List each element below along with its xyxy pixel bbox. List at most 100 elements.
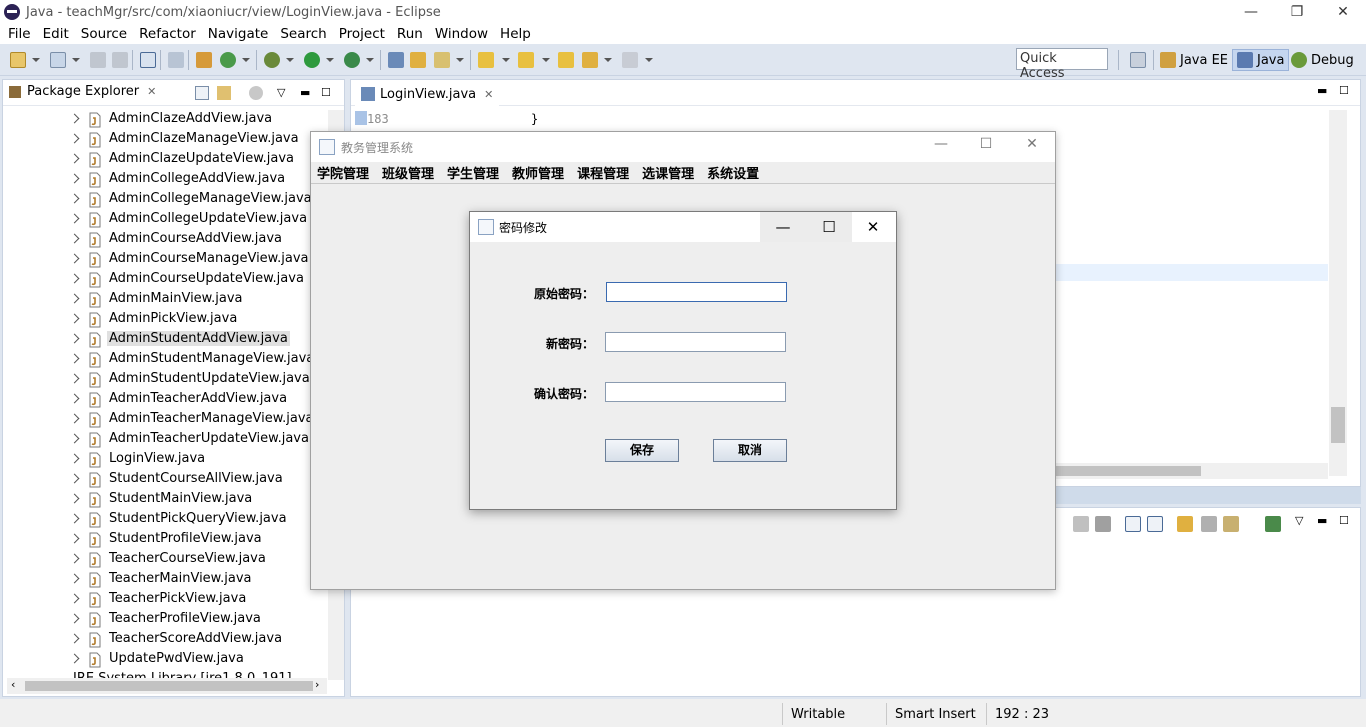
minimize-button[interactable]: —	[926, 136, 956, 158]
menu-course-selection[interactable]: 选课管理	[642, 163, 700, 182]
tree-item[interactable]: AdminClazeAddView.java	[3, 110, 328, 130]
pin-icon[interactable]	[1223, 516, 1239, 532]
original-password-field[interactable]	[606, 282, 787, 302]
expand-chevron-icon[interactable]	[69, 213, 80, 224]
expand-chevron-icon[interactable]	[69, 393, 80, 404]
editor-vertical-scrollbar[interactable]	[1329, 110, 1347, 476]
remove-all-icon[interactable]	[1095, 516, 1111, 532]
close-button[interactable]: ✕	[850, 212, 896, 242]
minimize-view-icon[interactable]: ▬	[300, 86, 314, 100]
expand-chevron-icon[interactable]	[69, 133, 80, 144]
menu-project[interactable]: Project	[333, 26, 391, 42]
maximize-view-icon[interactable]: ☐	[1339, 514, 1349, 527]
expand-chevron-icon[interactable]	[69, 353, 80, 364]
new-password-field[interactable]	[605, 332, 786, 352]
menu-help[interactable]: Help	[494, 26, 537, 42]
back-icon[interactable]	[582, 52, 598, 68]
view-menu-icon[interactable]: ▽	[277, 86, 291, 100]
tree-item[interactable]: AdminTeacherManageView.java	[3, 410, 328, 430]
save-icon[interactable]	[90, 52, 106, 68]
expand-chevron-icon[interactable]	[69, 253, 80, 264]
tree-item[interactable]: AdminClazeUpdateView.java	[3, 150, 328, 170]
minimize-button[interactable]: —	[760, 212, 806, 242]
menu-settings[interactable]: 系统设置	[707, 163, 765, 182]
tree-item[interactable]: StudentCourseAllView.java	[3, 470, 328, 490]
minimize-view-icon[interactable]: ▬	[1317, 514, 1327, 527]
tree-item[interactable]: AdminMainView.java	[3, 290, 328, 310]
expand-chevron-icon[interactable]	[69, 233, 80, 244]
tree-item[interactable]: StudentMainView.java	[3, 490, 328, 510]
run-dropdown-icon[interactable]	[326, 58, 334, 62]
expand-chevron-icon[interactable]	[69, 153, 80, 164]
view-menu-icon[interactable]: ▽	[1295, 514, 1303, 527]
editor-horizontal-scrollbar[interactable]	[1056, 463, 1328, 479]
scrollbar-thumb[interactable]	[1331, 407, 1345, 443]
expand-chevron-icon[interactable]	[69, 113, 80, 124]
maximize-button[interactable]: ☐	[971, 136, 1001, 158]
back-dropdown-icon[interactable]	[604, 58, 612, 62]
tree-item[interactable]: LoginView.java	[3, 450, 328, 470]
perspective-java-ee[interactable]: Java EE	[1160, 49, 1228, 71]
previous-annotation-icon[interactable]	[518, 52, 534, 68]
package-explorer-tab[interactable]: Package Explorer ✕	[9, 84, 156, 99]
next-annotation-icon[interactable]	[478, 52, 494, 68]
pen-dropdown-icon[interactable]	[456, 58, 464, 62]
cancel-button[interactable]: 取消	[713, 439, 787, 462]
quick-access-input[interactable]: Quick Access	[1016, 48, 1108, 81]
debug-dropdown-icon[interactable]	[286, 58, 294, 62]
perspective-java[interactable]: Java	[1232, 49, 1290, 71]
menu-teacher[interactable]: 教师管理	[512, 163, 570, 182]
open-folder-icon[interactable]	[410, 52, 426, 68]
expand-chevron-icon[interactable]	[69, 593, 80, 604]
tree-item[interactable]: AdminCourseManageView.java	[3, 250, 328, 270]
maximize-view-icon[interactable]: ☐	[1339, 84, 1349, 97]
menu-run[interactable]: Run	[391, 26, 429, 42]
expand-chevron-icon[interactable]	[69, 313, 80, 324]
expand-chevron-icon[interactable]	[69, 453, 80, 464]
previous-annotation-dropdown-icon[interactable]	[542, 58, 550, 62]
expand-chevron-icon[interactable]	[69, 573, 80, 584]
save-button[interactable]: 保存	[605, 439, 679, 462]
code-line[interactable]: }	[531, 112, 538, 126]
expand-chevron-icon[interactable]	[69, 493, 80, 504]
expand-all-icon[interactable]	[1125, 516, 1141, 532]
tree-item[interactable]: UpdatePwdView.java	[3, 650, 328, 670]
expand-chevron-icon[interactable]	[69, 473, 80, 484]
expand-chevron-icon[interactable]	[69, 433, 80, 444]
pen-icon[interactable]	[434, 52, 450, 68]
forward-icon[interactable]	[622, 52, 638, 68]
collapse-all-icon[interactable]	[195, 86, 209, 100]
refresh-dropdown-icon[interactable]	[242, 58, 250, 62]
new-dropdown-icon[interactable]	[32, 58, 40, 62]
build-icon[interactable]	[196, 52, 212, 68]
tree-item[interactable]: AdminStudentAddView.java	[3, 330, 328, 350]
menu-source[interactable]: Source	[75, 26, 133, 42]
sash-bar[interactable]	[1055, 487, 1361, 504]
run-icon[interactable]	[304, 52, 320, 68]
tree-item[interactable]: AdminTeacherAddView.java	[3, 390, 328, 410]
expand-chevron-icon[interactable]	[69, 173, 80, 184]
scroll-right-icon[interactable]: ›	[315, 678, 319, 691]
tree-item[interactable]: AdminPickView.java	[3, 310, 328, 330]
collapse-icon[interactable]	[1147, 516, 1163, 532]
next-annotation-dropdown-icon[interactable]	[502, 58, 510, 62]
expand-chevron-icon[interactable]	[69, 553, 80, 564]
link-icon[interactable]	[1177, 516, 1193, 532]
link-with-editor-icon[interactable]	[217, 86, 231, 100]
close-button[interactable]: ✕	[1320, 0, 1366, 24]
editor-tab-loginview[interactable]: LoginView.java ✕	[355, 82, 500, 106]
tree-item[interactable]: StudentProfileView.java	[3, 530, 328, 550]
close-button[interactable]: ✕	[1017, 136, 1047, 158]
scrollbar-thumb[interactable]	[1056, 466, 1201, 476]
run-external-icon[interactable]	[344, 52, 360, 68]
tree-item[interactable]: StudentPickQueryView.java	[3, 510, 328, 530]
menu-class[interactable]: 班级管理	[382, 163, 440, 182]
tree-item[interactable]: TeacherMainView.java	[3, 570, 328, 590]
perspective-debug[interactable]: Debug	[1291, 49, 1354, 71]
tree-item[interactable]: AdminCourseAddView.java	[3, 230, 328, 250]
scrollbar-thumb[interactable]	[25, 681, 313, 691]
open-type-icon[interactable]	[388, 52, 404, 68]
tree-item[interactable]: AdminCollegeAddView.java	[3, 170, 328, 190]
expand-chevron-icon[interactable]	[69, 633, 80, 644]
tree-item[interactable]: TeacherCourseView.java	[3, 550, 328, 570]
